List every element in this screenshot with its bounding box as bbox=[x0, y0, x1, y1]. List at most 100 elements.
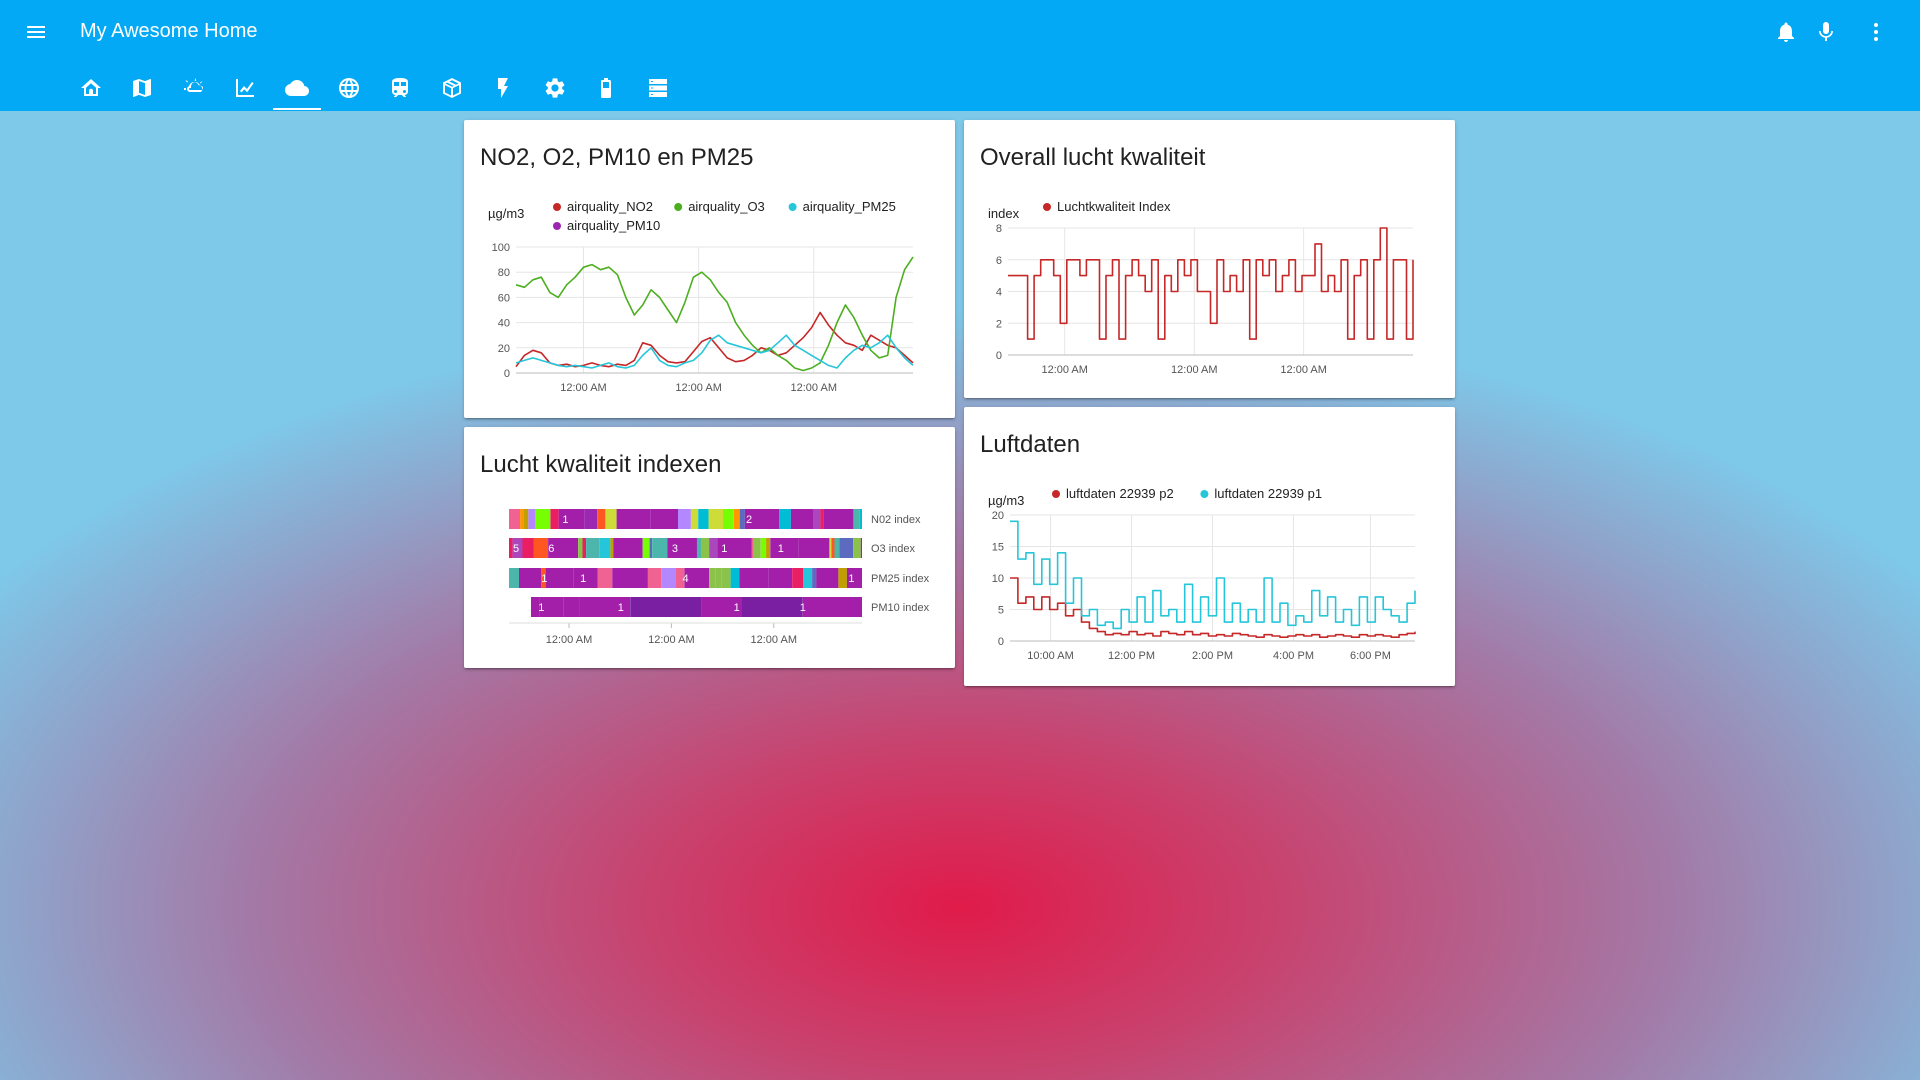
timeline-segment bbox=[661, 568, 676, 588]
timeline-segment bbox=[522, 538, 534, 558]
map-icon bbox=[133, 79, 151, 97]
luftdaten-chart: µg/m3 luftdaten 22939 p2 luftdaten 22939 p… bbox=[988, 486, 1416, 662]
tab-settings[interactable] bbox=[531, 68, 579, 108]
timeline-segment bbox=[605, 509, 617, 529]
tab-battery[interactable] bbox=[582, 68, 630, 108]
timeline-segment bbox=[613, 538, 643, 558]
timeline-segment-label: 6 bbox=[548, 543, 554, 555]
legend-label: airquality_NO2 bbox=[567, 199, 653, 214]
y-tick-label: 0 bbox=[998, 636, 1004, 648]
timeline-segment bbox=[696, 538, 702, 558]
timeline-segment bbox=[715, 568, 722, 588]
overall-chart: index Luchtkwaliteit Index 0 2 4 6 8 12:00 AM 12… bbox=[988, 199, 1414, 376]
timeline-segment bbox=[690, 509, 699, 529]
timeline-segment bbox=[823, 509, 854, 529]
timeline-segment bbox=[610, 538, 614, 558]
server-icon bbox=[649, 79, 667, 97]
timeline-segment bbox=[813, 509, 821, 529]
dots-vertical-icon bbox=[1874, 23, 1878, 41]
x-tick-label: 12:00 AM bbox=[648, 634, 694, 646]
x-tick-label: 12:00 AM bbox=[1041, 364, 1087, 376]
legend-swatch bbox=[1200, 490, 1209, 498]
pollutants-card: NO2, O2, PM10 en PM25 µg/m3 airquality_NO… bbox=[464, 120, 955, 418]
y-tick-label: 5 bbox=[998, 605, 1004, 617]
tab-home[interactable] bbox=[67, 68, 115, 108]
tab-weather[interactable] bbox=[170, 68, 218, 108]
tab-packages[interactable] bbox=[428, 68, 476, 108]
y-tick-label: 6 bbox=[996, 255, 1002, 267]
y-tick-label: 2 bbox=[996, 318, 1002, 330]
timeline-segment-label: 5 bbox=[513, 543, 519, 555]
timeline-segment bbox=[812, 568, 817, 588]
bell-icon bbox=[1778, 22, 1794, 42]
timeline-segment-label: 1 bbox=[734, 602, 740, 614]
tab-map[interactable] bbox=[118, 68, 166, 108]
tab-air-quality[interactable] bbox=[273, 68, 321, 110]
timeline-segment bbox=[612, 568, 648, 588]
timeline-segment bbox=[528, 509, 535, 529]
timeline-segment bbox=[739, 509, 745, 529]
cloud-icon bbox=[285, 80, 309, 96]
timeline-segment bbox=[834, 538, 840, 558]
tab-transport[interactable] bbox=[376, 68, 424, 108]
timeline-segment bbox=[853, 509, 860, 529]
timeline-segment bbox=[709, 538, 718, 558]
legend-label: airquality_O3 bbox=[688, 199, 765, 214]
home-assistant-icon bbox=[81, 79, 101, 96]
luftdaten-card: Luftdaten µg/m3 luftdaten 22939 p2 luftdat… bbox=[964, 407, 1455, 686]
y-tick-label: 100 bbox=[492, 242, 510, 254]
x-tick-label: 12:00 AM bbox=[791, 382, 837, 394]
timeline-segment bbox=[741, 597, 803, 617]
legend-swatch bbox=[1043, 203, 1051, 211]
series-line bbox=[515, 334, 914, 369]
timeline-segment bbox=[533, 538, 549, 558]
timeline-segment bbox=[678, 509, 691, 529]
tab-network[interactable] bbox=[325, 68, 373, 108]
timeline-segment bbox=[597, 568, 613, 588]
timeline-segment bbox=[751, 538, 754, 558]
legend-swatch bbox=[674, 203, 683, 211]
tab-server[interactable] bbox=[634, 68, 682, 108]
menu-button[interactable] bbox=[16, 12, 56, 52]
tab-history[interactable] bbox=[221, 68, 269, 108]
timeline-segment-label: 1 bbox=[580, 573, 586, 585]
package-icon bbox=[443, 78, 461, 98]
notifications-button[interactable] bbox=[1766, 12, 1806, 52]
menu-icon bbox=[27, 26, 45, 38]
legend-swatch bbox=[553, 203, 561, 211]
timeline-segment bbox=[649, 538, 652, 558]
timeline-segment bbox=[584, 509, 598, 529]
timeline-row-label: PM25 index bbox=[871, 573, 930, 585]
tab-energy[interactable] bbox=[479, 68, 527, 108]
legend-label: luftdaten 22939 p2 bbox=[1066, 486, 1174, 501]
legend-swatch bbox=[553, 222, 561, 230]
timeline-segment bbox=[792, 568, 803, 588]
timeline-segment bbox=[509, 509, 521, 529]
timeline-segment bbox=[599, 538, 611, 558]
timeline-segment bbox=[597, 509, 606, 529]
timeline-segment bbox=[519, 568, 542, 588]
voice-command-button[interactable] bbox=[1806, 12, 1846, 52]
y-tick-label: 80 bbox=[498, 267, 510, 279]
overflow-menu-button[interactable] bbox=[1856, 12, 1896, 52]
timeline-segment bbox=[698, 509, 709, 529]
timeline-segment bbox=[642, 538, 650, 558]
y-tick-label: 60 bbox=[498, 292, 510, 304]
timeline-segment bbox=[701, 538, 709, 558]
timeline-segment bbox=[760, 538, 767, 558]
timeline-segment bbox=[730, 568, 740, 588]
y-axis-unit: index bbox=[988, 206, 1020, 221]
flash-icon bbox=[498, 78, 508, 98]
timeline-segment bbox=[739, 568, 769, 588]
timeline-segment-label: 1 bbox=[721, 543, 727, 555]
legend-swatch bbox=[788, 203, 797, 211]
y-axis-unit: µg/m3 bbox=[488, 206, 524, 221]
timeline-segment bbox=[650, 509, 678, 529]
timeline-segment bbox=[770, 538, 799, 558]
timeline-segment-label: 1 bbox=[618, 602, 624, 614]
legend-label: airquality_PM25 bbox=[803, 199, 896, 214]
x-tick-label: 10:00 AM bbox=[1027, 650, 1073, 662]
timeline-segment bbox=[616, 509, 651, 529]
app-header: My Awesome Home bbox=[0, 0, 1920, 111]
timeline-segment bbox=[652, 538, 668, 558]
